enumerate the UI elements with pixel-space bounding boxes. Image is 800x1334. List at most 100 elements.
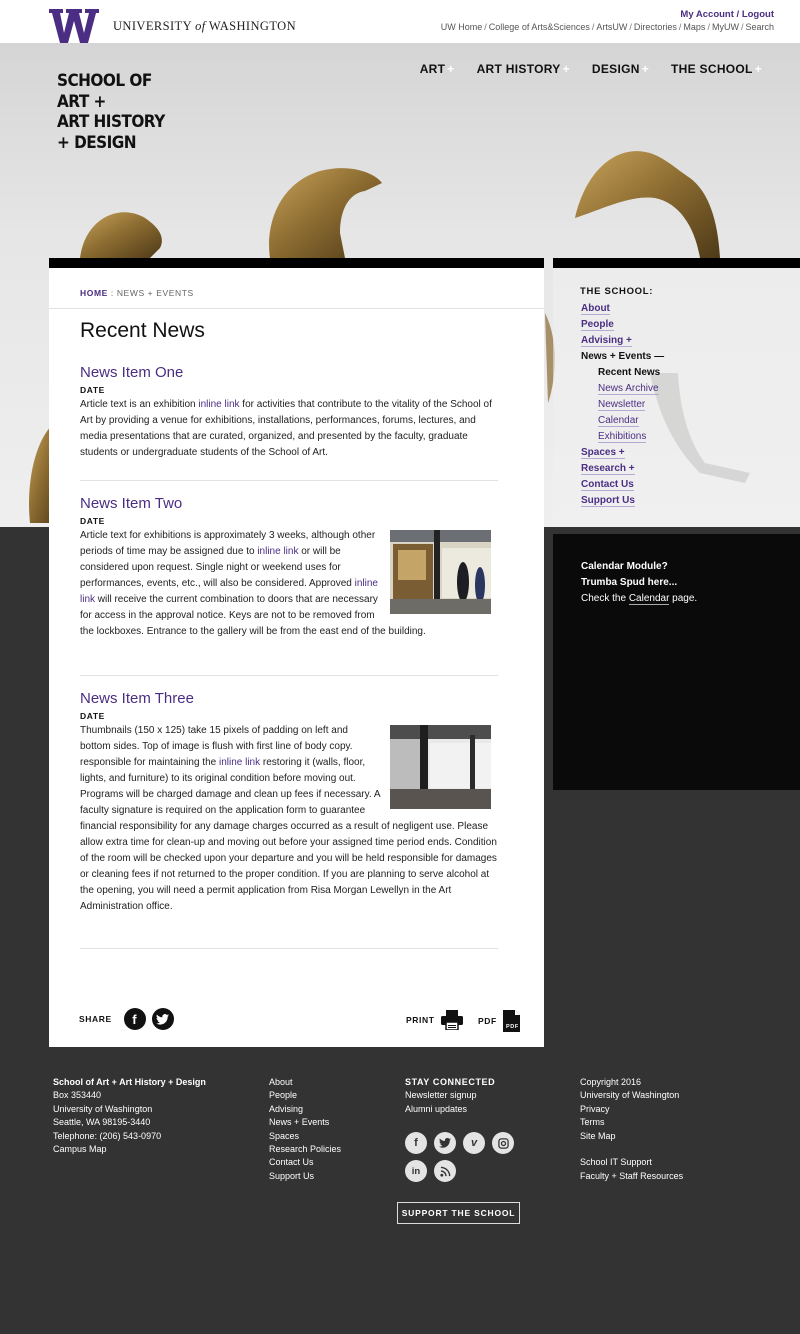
uw-link[interactable]: University of Washington (580, 1089, 683, 1102)
sidebar-item-newsletter[interactable]: Newsletter (581, 397, 664, 413)
news-item-title-link[interactable]: News Item Three (80, 690, 194, 707)
news-date: DATE (80, 711, 105, 721)
instagram-icon[interactable] (492, 1132, 514, 1154)
footer-link[interactable]: Contact Us (269, 1156, 341, 1169)
main-nav: ART + ART HISTORY + DESIGN + THE SCHOOL + (420, 62, 762, 76)
stay-connected-heading: STAY CONNECTED (405, 1077, 496, 1087)
twitter-icon[interactable] (151, 1008, 174, 1030)
uw-logo-icon[interactable] (49, 9, 99, 43)
newsletter-signup-link[interactable]: Newsletter signup (405, 1089, 495, 1102)
news-date: DATE (80, 385, 105, 395)
facebook-icon[interactable]: f (123, 1008, 146, 1030)
plus-icon: + (641, 62, 650, 76)
sidebar-item-advising[interactable]: Advising + (581, 333, 664, 349)
breadcrumb-current: NEWS + EVENTS (116, 288, 194, 298)
myuw-link[interactable]: MyUW (712, 22, 739, 32)
pdf-file-icon: PDF (502, 1010, 520, 1032)
divider (49, 308, 544, 309)
faculty-resources-link[interactable]: Faculty + Staff Resources (580, 1170, 683, 1183)
college-link[interactable]: College of Arts&Sciences (489, 22, 590, 32)
footer-link[interactable]: Spaces (269, 1130, 341, 1143)
support-the-school-button[interactable]: SUPPORT THE SCHOOL (397, 1202, 520, 1224)
campus-map-link[interactable]: Campus Map (53, 1143, 206, 1156)
breadcrumb-home-link[interactable]: HOME (80, 288, 108, 298)
sidebar-item-calendar[interactable]: Calendar (581, 413, 664, 429)
rss-icon[interactable] (434, 1160, 456, 1182)
inline-link[interactable]: inline link (219, 757, 260, 768)
directories-link[interactable]: Directories (634, 22, 677, 32)
my-account-link[interactable]: My Account (680, 9, 733, 20)
utility-nav: UW Home / College of Arts&Sciences / ArtsUW /… (440, 22, 774, 32)
news-date: DATE (80, 516, 105, 526)
share-label: SHARE (79, 1014, 112, 1024)
gallery-installation-thumbnail[interactable] (390, 530, 491, 614)
nav-the-school[interactable]: THE SCHOOL + (671, 62, 762, 76)
calendar-text: Check the Calendar page. (581, 593, 698, 605)
account-links: My Account / Logout (680, 9, 774, 20)
footer-link[interactable]: Advising (269, 1103, 341, 1116)
nav-art[interactable]: ART + (420, 62, 455, 76)
print-button[interactable]: PRINT (406, 1010, 463, 1030)
footer-link[interactable]: People (269, 1089, 341, 1102)
plus-icon: + (562, 62, 570, 76)
nav-design[interactable]: DESIGN + (592, 62, 649, 76)
printer-icon (440, 1010, 463, 1030)
artsuw-link[interactable]: ArtsUW (596, 22, 627, 32)
news-body: Article text is an exhibition inline lin… (80, 399, 492, 458)
uw-header-bar: UNIVERSITY of WASHINGTON My Account / Lo… (0, 0, 800, 43)
sidebar-item-exhibitions[interactable]: Exhibitions (581, 429, 664, 445)
social-icons: f v in (405, 1132, 525, 1182)
news-item-title-link[interactable]: News Item One (80, 364, 183, 381)
sidebar-item-about[interactable]: About (581, 301, 664, 317)
site-footer: School of Art + Art History + Design Box… (0, 1047, 800, 1334)
news-item: News Item Three DATE Thumbnails (150 x 1… (80, 690, 498, 915)
sidebar-item-people[interactable]: People (581, 317, 664, 333)
plus-icon: + (754, 62, 762, 76)
sidebar-item-recent-news[interactable]: Recent News (581, 365, 664, 381)
page-title: Recent News (80, 319, 205, 342)
alumni-updates-link[interactable]: Alumni updates (405, 1103, 495, 1116)
svg-text:PDF: PDF (506, 1024, 519, 1030)
sidebar-item-support-us[interactable]: Support Us (581, 493, 664, 509)
news-item-title-link[interactable]: News Item Two (80, 495, 182, 512)
linkedin-icon[interactable]: in (405, 1160, 427, 1182)
footer-link[interactable]: News + Events (269, 1116, 341, 1129)
logout-link[interactable]: Logout (742, 9, 774, 20)
school-logo[interactable]: SCHOOL OF ART + ART HISTORY + DESIGN (57, 71, 165, 153)
site-map-link[interactable]: Site Map (580, 1130, 683, 1143)
gallery-space-thumbnail[interactable] (390, 725, 491, 809)
sidebar-item-news-archive[interactable]: News Archive (581, 381, 664, 397)
inline-link[interactable]: inline link (198, 399, 239, 410)
sidebar-item-news-events[interactable]: News + Events — (581, 349, 664, 365)
sidebar-item-research[interactable]: Research + (581, 461, 664, 477)
share-bar: SHARE f (79, 1008, 174, 1030)
uw-home-link[interactable]: UW Home (441, 22, 483, 32)
footer-link[interactable]: About (269, 1076, 341, 1089)
footer-address: School of Art + Art History + Design Box… (53, 1076, 206, 1156)
vimeo-icon[interactable]: v (463, 1132, 485, 1154)
pdf-button[interactable]: PDF PDF (478, 1010, 520, 1032)
news-item: News Item One DATE Article text is an ex… (80, 364, 498, 461)
calendar-subheading: Trumba Spud here... (581, 577, 678, 588)
uw-wordmark[interactable]: UNIVERSITY of WASHINGTON (113, 19, 296, 34)
maps-link[interactable]: Maps (683, 22, 705, 32)
footer-link[interactable]: Research Policies (269, 1143, 341, 1156)
inline-link[interactable]: inline link (257, 546, 298, 557)
footer-link[interactable]: Support Us (269, 1170, 341, 1183)
main-content: HOME : NEWS + EVENTS Recent News News It… (49, 258, 544, 1047)
calendar-module: Calendar Module? Trumba Spud here... Che… (553, 534, 800, 790)
twitter-icon[interactable] (434, 1132, 456, 1154)
terms-link[interactable]: Terms (580, 1116, 683, 1129)
privacy-link[interactable]: Privacy (580, 1103, 683, 1116)
nav-art-history[interactable]: ART HISTORY + (477, 62, 570, 76)
search-link[interactable]: Search (745, 22, 774, 32)
facebook-icon[interactable]: f (405, 1132, 427, 1154)
calendar-page-link[interactable]: Calendar (628, 593, 670, 605)
it-support-link[interactable]: School IT Support (580, 1156, 683, 1169)
plus-icon: + (447, 62, 455, 76)
sidebar-menu: About People Advising + News + Events — … (581, 301, 664, 509)
footer-links: About People Advising News + Events Spac… (269, 1076, 341, 1183)
sidebar-heading: THE SCHOOL: (580, 286, 654, 297)
sidebar-item-spaces[interactable]: Spaces + (581, 445, 664, 461)
sidebar-item-contact-us[interactable]: Contact Us (581, 477, 664, 493)
